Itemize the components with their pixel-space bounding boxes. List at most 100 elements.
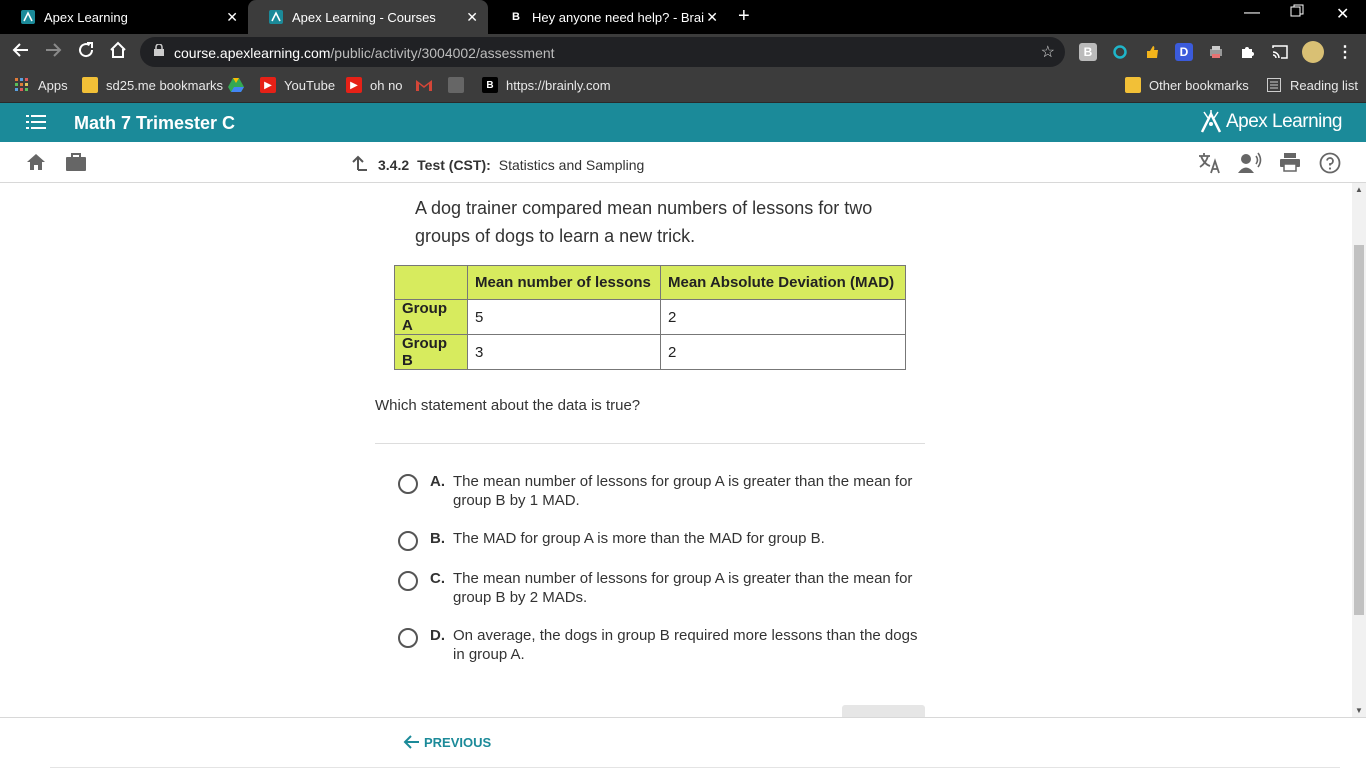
tab-close-icon[interactable]: ✕ (466, 9, 478, 26)
previous-button[interactable]: PREVIOUS (402, 734, 491, 750)
browser-toolbar: course.apexlearning.com/public/activity/… (0, 34, 1366, 70)
home-icon[interactable] (26, 152, 46, 177)
table-cell: 3 (467, 334, 661, 370)
help-icon[interactable] (1319, 152, 1341, 179)
scrollbar-thumb[interactable] (1354, 245, 1364, 615)
extension-printer-icon[interactable] (1207, 43, 1225, 61)
table-cell: 2 (660, 334, 906, 370)
translate-icon[interactable] (1198, 152, 1222, 179)
row-label: Group B (394, 334, 468, 370)
course-title: Math 7 Trimester C (74, 113, 236, 133)
tab-close-icon[interactable]: ✕ (226, 9, 238, 26)
extension-d-icon[interactable]: D (1175, 43, 1193, 61)
activity-breadcrumb: 3.4.2 Test (CST): Statistics and Samplin… (350, 154, 644, 175)
extensions-puzzle-icon[interactable] (1239, 43, 1257, 61)
bookmark-label: Reading list (1290, 77, 1358, 93)
google-drive-icon (228, 77, 244, 93)
apex-logo-icon (1200, 110, 1222, 133)
tab-close-icon[interactable]: ✕ (706, 9, 718, 26)
read-aloud-icon[interactable] (1238, 152, 1262, 179)
activity-kind: Test (CST): (417, 156, 491, 173)
bookmark-brainly[interactable]: B https://brainly.com (482, 77, 611, 93)
table-header-cell (394, 265, 468, 300)
forward-icon[interactable] (44, 41, 62, 64)
table-row: Group B 3 2 (394, 334, 906, 370)
radio-button[interactable] (398, 531, 418, 551)
bookmark-sd25[interactable]: sd25.me bookmarks (82, 77, 223, 93)
bookmark-blank[interactable] (448, 77, 472, 93)
scroll-up-icon[interactable]: ▲ (1355, 185, 1363, 194)
radio-button[interactable] (398, 571, 418, 591)
home-icon[interactable] (109, 41, 127, 64)
restore-icon[interactable] (1290, 4, 1304, 23)
answer-choice-d[interactable]: D. On average, the dogs in group B requi… (398, 626, 928, 664)
bookmark-youtube[interactable]: ▶ YouTube (260, 77, 335, 93)
bookmark-drive[interactable] (228, 77, 252, 93)
data-table: Mean number of lessons Mean Absolute Dev… (394, 265, 906, 370)
page-scrollbar[interactable]: ▲ ▼ (1352, 183, 1366, 717)
bookmark-label: Other bookmarks (1149, 77, 1249, 93)
table-header-cell: Mean number of lessons (467, 265, 661, 300)
choice-letter: C. (430, 570, 445, 587)
tab-brainly[interactable]: B Hey anyone need help? - Brainly ✕ (488, 0, 728, 34)
footer-nav: PREVIOUS (0, 717, 1366, 768)
address-bar[interactable]: course.apexlearning.com/public/activity/… (140, 37, 1065, 67)
choice-letter: B. (430, 530, 445, 547)
table-cell: 2 (660, 299, 906, 335)
extension-circle-icon[interactable] (1111, 43, 1129, 61)
back-icon[interactable] (12, 41, 30, 64)
activity-name: Statistics and Sampling (498, 156, 645, 173)
bookmark-oh-no[interactable]: ▶ oh no (346, 77, 403, 93)
bookmark-reading-list[interactable]: Reading list (1266, 77, 1358, 93)
table-header-row: Mean number of lessons Mean Absolute Dev… (394, 265, 906, 300)
bookmark-gmail[interactable] (416, 77, 440, 93)
scroll-down-icon[interactable]: ▼ (1355, 706, 1363, 715)
answer-choice-c[interactable]: C. The mean number of lessons for group … (398, 569, 928, 607)
apex-header: Math 7 Trimester C Apex Learning (0, 103, 1366, 142)
briefcase-icon[interactable] (65, 152, 87, 177)
new-tab-icon[interactable]: + (738, 5, 750, 28)
radio-button[interactable] (398, 628, 418, 648)
extension-thumbs-icon[interactable] (1143, 43, 1161, 61)
assessment-content: A dog trainer compared mean numbers of l… (0, 183, 1352, 717)
bookmarks-bar: Apps sd25.me bookmarks ▶ YouTube ▶ oh no… (0, 70, 1366, 103)
window-close-icon[interactable]: ✕ (1336, 4, 1349, 24)
tab-title: Apex Learning (44, 9, 128, 25)
tab-title: Apex Learning - Courses (292, 9, 436, 25)
bookmark-other[interactable]: Other bookmarks (1125, 77, 1249, 93)
activity-bar: 3.4.2 Test (CST): Statistics and Samplin… (0, 142, 1366, 183)
bookmark-star-icon[interactable]: ☆ (1041, 42, 1055, 62)
tab-apex-learning[interactable]: Apex Learning ✕ (0, 0, 248, 34)
answer-choice-a[interactable]: A. The mean number of lessons for group … (398, 472, 928, 510)
up-arrow-icon[interactable] (350, 154, 368, 175)
print-icon[interactable] (1279, 152, 1301, 177)
browser-tab-strip: Apex Learning ✕ Apex Learning - Courses … (0, 0, 1366, 34)
cast-icon[interactable] (1271, 43, 1289, 61)
bookmark-label: sd25.me bookmarks (106, 77, 224, 93)
minimize-icon[interactable]: — (1244, 4, 1260, 22)
question-text: A dog trainer compared mean numbers of l… (415, 198, 873, 246)
apps-grid-icon (14, 77, 30, 93)
apex-logo-text: Apex Learning (1225, 111, 1343, 132)
gmail-icon (416, 77, 432, 93)
choice-letter: D. (430, 627, 445, 644)
submit-button[interactable]: SUBMIT (842, 705, 925, 717)
choice-text: The mean number of lessons for group A i… (453, 473, 913, 509)
reload-icon[interactable] (77, 41, 95, 64)
bookmark-apps[interactable]: Apps (14, 77, 68, 93)
choice-text: The MAD for group A is more than the MAD… (453, 530, 825, 547)
profile-avatar-icon[interactable] (1302, 41, 1324, 63)
divider (375, 443, 925, 444)
extension-b-icon[interactable]: B (1079, 43, 1097, 61)
table-row: Group A 5 2 (394, 299, 906, 335)
previous-label: PREVIOUS (424, 734, 492, 750)
browser-menu-icon[interactable]: ⋮ (1336, 43, 1354, 61)
brainly-icon: B (482, 77, 498, 93)
youtube-icon: ▶ (346, 77, 362, 93)
answer-choice-b[interactable]: B. The MAD for group A is more than the … (398, 529, 928, 551)
radio-button[interactable] (398, 474, 418, 494)
apex-logo: Apex Learning (1200, 110, 1343, 134)
tab-apex-courses[interactable]: Apex Learning - Courses ✕ (248, 0, 488, 34)
hamburger-menu-icon[interactable] (26, 115, 46, 134)
bookmark-label: Apps (38, 77, 68, 93)
